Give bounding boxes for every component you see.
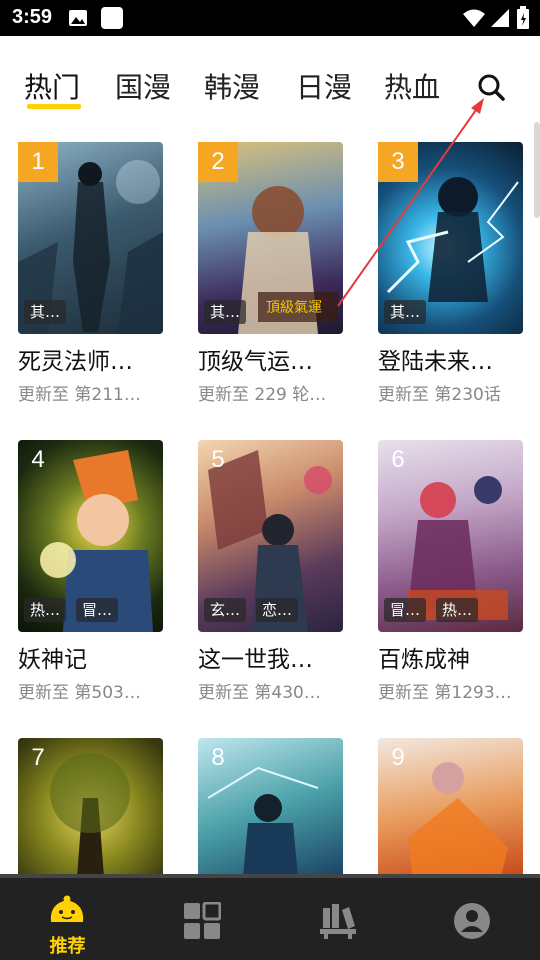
rank-badge: 3 — [378, 142, 418, 182]
nav-profile[interactable] — [405, 878, 540, 960]
genre-tag: 冒… — [384, 598, 427, 622]
comic-title: 顶级气运… — [198, 349, 313, 375]
active-tab-indicator — [27, 104, 81, 109]
comic-update: 更新至 第211… — [18, 385, 141, 405]
grid-icon — [184, 902, 221, 939]
image-notification-icon — [69, 10, 87, 26]
genre-tag: 其… — [384, 300, 427, 324]
nav-recommend[interactable]: 推荐 — [0, 878, 135, 960]
signal-icon — [491, 9, 509, 27]
genre-tag: 玄… — [204, 598, 247, 622]
battery-icon — [517, 6, 529, 29]
scrollbar[interactable] — [534, 122, 540, 218]
cover-logo-text: 頂級氣運 — [266, 300, 322, 316]
comic-title: 这一世我… — [198, 647, 313, 673]
comic-title: 死灵法师… — [18, 349, 133, 375]
comic-update: 更新至 第1293… — [378, 683, 512, 703]
rank-badge: 5 — [211, 446, 225, 473]
genre-tag: 热… — [436, 598, 479, 622]
tab-hanman[interactable]: 韩漫 — [204, 66, 260, 106]
rank-badge: 2 — [198, 142, 238, 182]
rank-badge: 6 — [391, 446, 405, 473]
comic-title: 登陆未来… — [378, 349, 493, 375]
rank-badge: 7 — [31, 744, 45, 771]
comic-update: 更新至 第230话 — [378, 385, 501, 405]
comic-update: 更新至 229 轮… — [198, 385, 327, 405]
wifi-icon — [463, 9, 485, 27]
rank-badge: 4 — [31, 446, 45, 473]
genre-tag: 其… — [24, 300, 67, 324]
nav-category[interactable] — [135, 878, 270, 960]
genre-tag: 恋… — [256, 598, 299, 622]
comic-title: 妖神记 — [18, 647, 87, 673]
status-time: 3:59 — [12, 6, 53, 28]
category-tabs: 热门 国漫 韩漫 日漫 热血 — [0, 36, 540, 122]
comic-update: 更新至 第503… — [18, 683, 141, 703]
profile-icon — [454, 903, 490, 939]
bookshelf-icon — [320, 904, 356, 939]
rank-badge: 9 — [391, 744, 405, 771]
genre-tag: 热… — [24, 598, 67, 622]
bottom-nav: 推荐 — [0, 874, 540, 960]
nav-recommend-label: 推荐 — [49, 936, 86, 957]
tab-riman[interactable]: 日漫 — [296, 66, 352, 106]
search-icon[interactable] — [474, 70, 508, 104]
nav-bookshelf[interactable] — [270, 878, 405, 960]
genre-tag: 其… — [204, 300, 247, 324]
status-bar: 3:59 — [0, 0, 540, 36]
tab-hot[interactable]: 热门 — [24, 66, 80, 106]
rank-badge: 1 — [18, 142, 58, 182]
app-notification-icon — [101, 7, 123, 29]
recommend-icon — [50, 895, 84, 922]
rank-badge: 8 — [211, 744, 225, 771]
comic-update: 更新至 第430… — [198, 683, 321, 703]
genre-tag: 冒… — [76, 598, 119, 622]
tab-guoman[interactable]: 国漫 — [115, 66, 171, 106]
comic-title: 百炼成神 — [378, 647, 470, 673]
tab-rexue[interactable]: 热血 — [384, 66, 440, 106]
